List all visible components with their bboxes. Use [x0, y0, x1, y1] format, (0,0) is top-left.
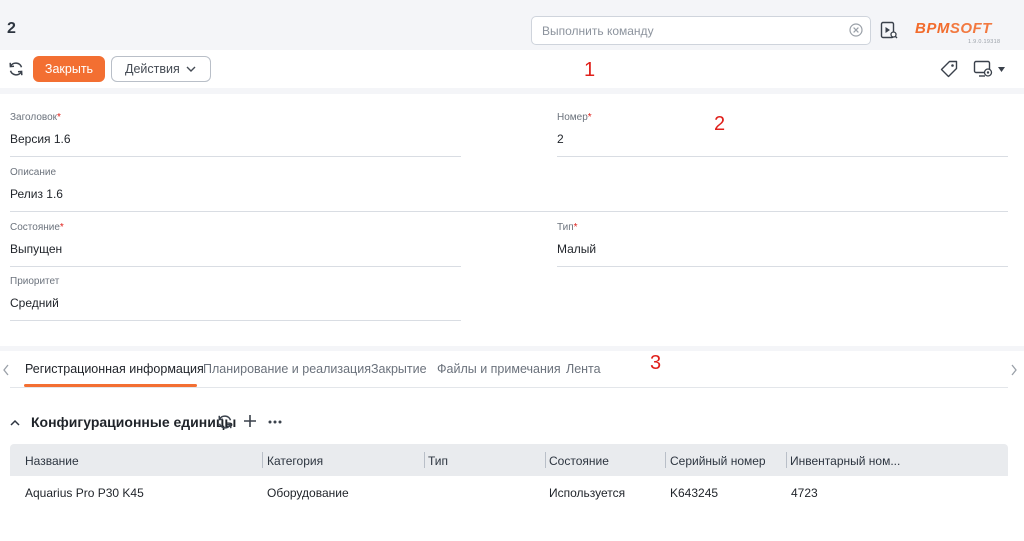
- state-value[interactable]: Выпущен: [10, 242, 62, 256]
- column-separator[interactable]: [665, 452, 666, 468]
- add-icon[interactable]: [243, 414, 257, 428]
- page-title: 2: [7, 20, 16, 37]
- more-icon[interactable]: [268, 420, 282, 424]
- tab-files[interactable]: Файлы и примечания: [437, 362, 561, 376]
- active-tab-indicator: [24, 384, 197, 387]
- description-label: Описание: [10, 167, 57, 178]
- command-bar[interactable]: [531, 16, 871, 45]
- title-field[interactable]: Заголовок* Версия 1.6: [10, 112, 461, 157]
- table-row[interactable]: Aquarius Pro P30 K45 Оборудование Исполь…: [10, 476, 1008, 508]
- logo-part-1: BPM: [915, 20, 950, 37]
- config-items-header: Конфигурационные единицы: [10, 411, 410, 433]
- type-label-text: Тип: [557, 222, 574, 233]
- state-label-text: Состояние: [10, 222, 60, 233]
- tab-registration[interactable]: Регистрационная информация: [25, 362, 204, 376]
- logo-part-2: SOFT: [949, 20, 992, 37]
- column-header[interactable]: Серийный номер: [670, 454, 766, 468]
- state-field[interactable]: Состояние* Выпущен: [10, 222, 461, 267]
- chevron-down-icon: [186, 66, 196, 72]
- state-label: Состояние*: [10, 222, 64, 233]
- config-items-grid: Название Категория Тип Состояние Серийны…: [10, 444, 1008, 508]
- type-label: Тип*: [557, 222, 578, 233]
- clear-icon[interactable]: [849, 23, 863, 37]
- column-separator[interactable]: [262, 452, 263, 468]
- priority-field[interactable]: Приоритет Средний: [10, 276, 461, 321]
- chevron-up-icon[interactable]: [10, 419, 20, 426]
- required-mark: *: [59, 222, 64, 233]
- annotation-mark-2: 2: [714, 113, 726, 135]
- column-separator[interactable]: [786, 452, 787, 468]
- cell-state: Используется: [549, 486, 626, 500]
- required-mark: *: [57, 112, 61, 123]
- page-toolbar: Закрыть Действия: [0, 50, 1024, 88]
- required-mark: *: [573, 222, 578, 233]
- column-header[interactable]: Тип: [428, 454, 448, 468]
- tab-planning[interactable]: Планирование и реализация: [203, 362, 371, 376]
- tab-bar: Регистрационная информация Планирование …: [10, 351, 1008, 388]
- record-form: Заголовок* Версия 1.6 Номер* 2 Описание …: [0, 94, 1024, 346]
- number-value[interactable]: 2: [557, 132, 564, 146]
- column-header[interactable]: Категория: [267, 454, 323, 468]
- number-label: Номер*: [557, 112, 592, 123]
- section-title: Конфигурационные единицы: [31, 414, 237, 430]
- command-input[interactable]: [532, 17, 832, 44]
- number-label-text: Номер: [557, 112, 588, 123]
- column-header[interactable]: Название: [25, 454, 79, 468]
- tab-closing[interactable]: Закрытие: [371, 362, 427, 376]
- number-field[interactable]: Номер* 2: [557, 112, 1008, 157]
- column-separator[interactable]: [424, 452, 425, 468]
- scroll-left-icon[interactable]: [2, 364, 10, 376]
- annotation-mark-3: 3: [650, 352, 662, 374]
- refresh-icon[interactable]: [8, 61, 24, 77]
- caret-down-icon[interactable]: [998, 67, 1005, 72]
- cell-category: Оборудование: [267, 486, 349, 500]
- annotation-mark-1: 1: [584, 59, 596, 81]
- actions-button[interactable]: Действия: [111, 56, 211, 82]
- priority-label: Приоритет: [10, 276, 60, 287]
- tab-feed[interactable]: Лента: [566, 362, 601, 376]
- refresh-icon[interactable]: [217, 414, 233, 430]
- details-panel: Регистрационная информация Планирование …: [0, 351, 1024, 541]
- type-field[interactable]: Тип* Малый: [557, 222, 1008, 267]
- actions-label: Действия: [125, 62, 180, 76]
- cell-inventory: 4723: [791, 486, 818, 500]
- cell-serial: K643245: [670, 486, 719, 500]
- required-mark: *: [587, 112, 592, 123]
- view-settings-icon[interactable]: [973, 60, 993, 78]
- bpmsoft-logo: BPMSOFT: [915, 20, 992, 37]
- grid-header: Название Категория Тип Состояние Серийны…: [10, 444, 1008, 476]
- column-header[interactable]: Состояние: [549, 454, 609, 468]
- close-button[interactable]: Закрыть: [33, 56, 105, 82]
- process-run-icon[interactable]: [880, 21, 898, 39]
- priority-value[interactable]: Средний: [10, 296, 59, 310]
- scroll-right-icon[interactable]: [1010, 364, 1018, 376]
- tag-icon[interactable]: [940, 60, 958, 78]
- title-label: Заголовок*: [10, 112, 61, 123]
- description-value[interactable]: Релиз 1.6: [10, 187, 63, 201]
- type-value[interactable]: Малый: [557, 242, 596, 256]
- top-header: 2 BPMSOFT 1.9.0.19318: [0, 0, 1024, 50]
- version-label: 1.9.0.19318: [968, 39, 1001, 45]
- title-value[interactable]: Версия 1.6: [10, 132, 71, 146]
- cell-name[interactable]: Aquarius Pro P30 K45: [25, 486, 144, 500]
- description-field[interactable]: Описание Релиз 1.6: [10, 167, 1008, 212]
- column-separator[interactable]: [545, 452, 546, 468]
- title-label-text: Заголовок: [10, 112, 58, 123]
- column-header[interactable]: Инвентарный ном...: [790, 454, 900, 468]
